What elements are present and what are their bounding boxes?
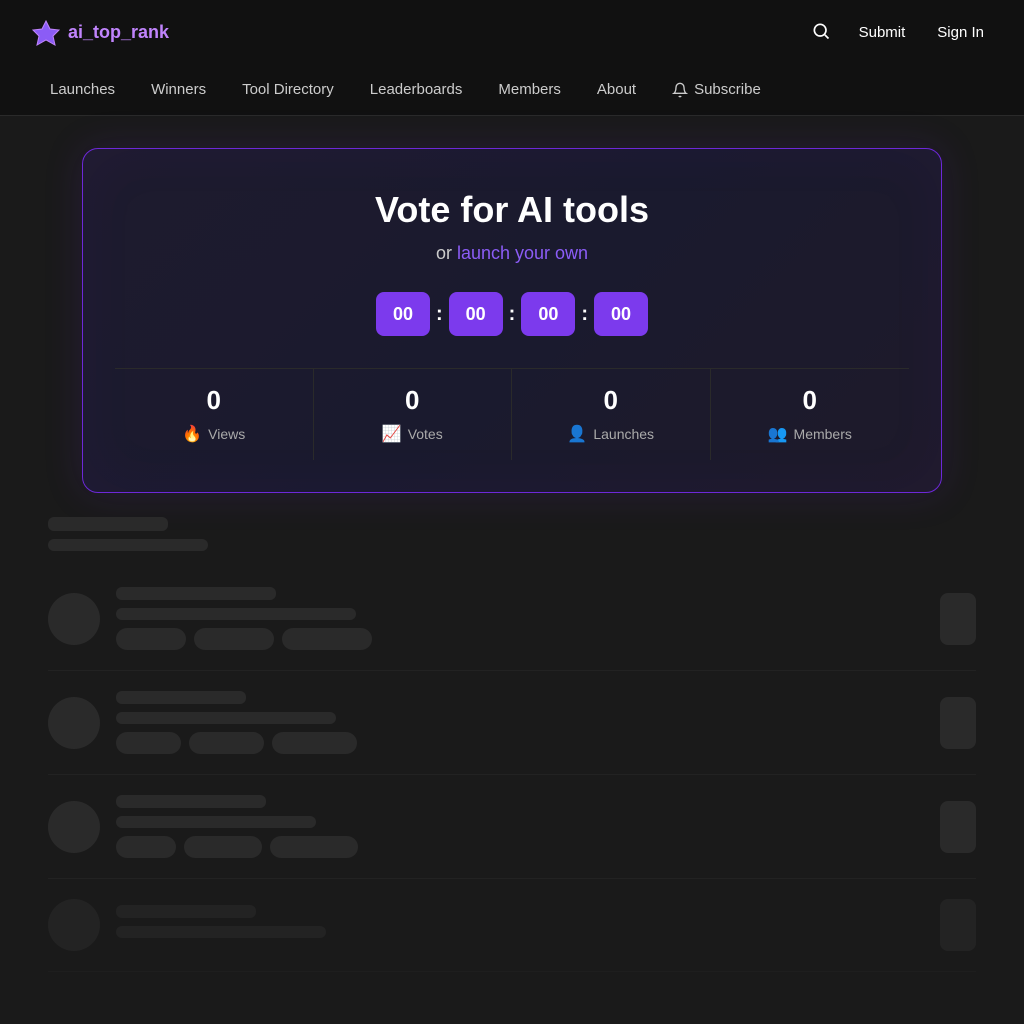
nav-item-leaderboards[interactable]: Leaderboards — [352, 64, 481, 116]
skeleton-tag — [189, 732, 264, 754]
item-content — [116, 691, 924, 754]
header: ai_top_rank Submit Sign In — [0, 0, 1024, 64]
countdown-ms: 00 — [594, 292, 648, 336]
logo-icon — [32, 18, 60, 46]
launches-icon: 👤 — [567, 424, 587, 444]
countdown-minutes: 00 — [449, 292, 503, 336]
votes-icon: 📈 — [382, 424, 402, 444]
hero-title: Vote for AI tools — [115, 189, 909, 231]
stats-row: 0 🔥 Views 0 📈 Votes 0 👤 Launches — [115, 368, 909, 460]
skeleton-tag — [116, 732, 181, 754]
skeleton-header-2 — [48, 539, 208, 551]
stat-votes: 0 📈 Votes — [314, 369, 513, 460]
members-icon: 👥 — [768, 424, 788, 444]
countdown-seconds: 00 — [521, 292, 575, 336]
skeleton-tag — [272, 732, 357, 754]
stat-members-label: Members — [794, 426, 852, 442]
nav-item-launches[interactable]: Launches — [32, 64, 133, 116]
stat-votes-number: 0 — [322, 385, 504, 416]
item-content — [116, 587, 924, 650]
nav-item-about[interactable]: About — [579, 64, 654, 116]
countdown: 00 : 00 : 00 : 00 — [115, 292, 909, 336]
list-item[interactable] — [48, 567, 976, 671]
stat-members: 0 👥 Members — [711, 369, 910, 460]
list-section — [0, 509, 1024, 980]
skeleton-title — [116, 587, 276, 600]
countdown-sep-2: : — [507, 303, 518, 326]
skeleton-header-1 — [48, 517, 168, 531]
nav-item-subscribe[interactable]: Subscribe — [654, 64, 779, 116]
skeleton-desc — [116, 926, 326, 938]
stat-votes-label: Votes — [408, 426, 443, 442]
skeleton-tag — [184, 836, 262, 858]
skeleton-tag — [116, 836, 176, 858]
skeleton-title — [116, 905, 256, 918]
hero-launch-link[interactable]: launch your own — [457, 243, 588, 263]
skeleton-desc — [116, 608, 356, 620]
signin-button[interactable]: Sign In — [929, 20, 992, 45]
list-header — [48, 517, 976, 551]
stat-launches-number: 0 — [520, 385, 702, 416]
hero-subtitle-prefix: or — [436, 243, 457, 263]
stat-views-label: Views — [208, 426, 245, 442]
header-actions: Submit Sign In — [807, 17, 992, 48]
avatar — [48, 801, 100, 853]
avatar — [48, 697, 100, 749]
skeleton-title — [116, 795, 266, 808]
skeleton-tags — [116, 732, 924, 754]
skeleton-tag — [194, 628, 274, 650]
logo-text: ai_top_rank — [68, 22, 169, 43]
countdown-sep-3: : — [579, 303, 590, 326]
skeleton-tags — [116, 836, 924, 858]
vote-button-skeleton — [940, 801, 976, 853]
avatar — [48, 899, 100, 951]
hero-subtitle: or launch your own — [115, 243, 909, 264]
logo[interactable]: ai_top_rank — [32, 18, 169, 46]
skeleton-desc — [116, 712, 336, 724]
search-button[interactable] — [807, 17, 835, 48]
submit-button[interactable]: Submit — [851, 20, 914, 45]
countdown-sep-1: : — [434, 303, 445, 326]
hero-card: Vote for AI tools or launch your own 00 … — [82, 148, 942, 493]
stat-launches-label: Launches — [593, 426, 654, 442]
item-content — [116, 795, 924, 858]
hero-section: Vote for AI tools or launch your own 00 … — [0, 116, 1024, 509]
skeleton-tags — [116, 628, 924, 650]
nav-item-winners[interactable]: Winners — [133, 64, 224, 116]
skeleton-tag — [282, 628, 372, 650]
vote-button-skeleton — [940, 899, 976, 951]
skeleton-desc — [116, 816, 316, 828]
countdown-hours: 00 — [376, 292, 430, 336]
skeleton-title — [116, 691, 246, 704]
list-item[interactable] — [48, 879, 976, 972]
stat-views: 0 🔥 Views — [115, 369, 314, 460]
nav-item-members[interactable]: Members — [480, 64, 579, 116]
views-icon: 🔥 — [182, 424, 202, 444]
item-content — [116, 905, 924, 946]
main-nav: Launches Winners Tool Directory Leaderbo… — [0, 64, 1024, 116]
stat-views-number: 0 — [123, 385, 305, 416]
skeleton-tag — [116, 628, 186, 650]
list-item[interactable] — [48, 775, 976, 879]
list-item[interactable] — [48, 671, 976, 775]
vote-button-skeleton — [940, 697, 976, 749]
vote-button-skeleton — [940, 593, 976, 645]
stat-launches: 0 👤 Launches — [512, 369, 711, 460]
stat-members-number: 0 — [719, 385, 902, 416]
search-icon — [811, 21, 831, 41]
nav-item-tool-directory[interactable]: Tool Directory — [224, 64, 352, 116]
skeleton-tag — [270, 836, 358, 858]
avatar — [48, 593, 100, 645]
subscribe-label: Subscribe — [694, 81, 761, 98]
bell-icon — [672, 82, 688, 98]
